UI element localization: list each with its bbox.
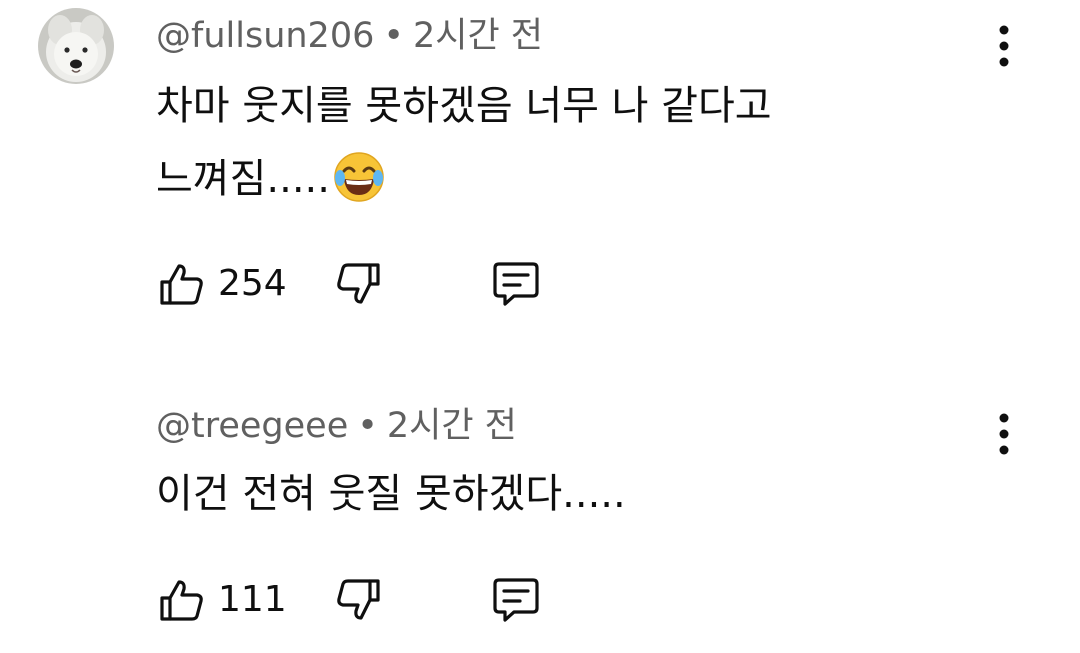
comment-header: @treegeee • 2시간 전 bbox=[156, 404, 517, 448]
thumbs-up-icon bbox=[160, 264, 203, 305]
comment-author[interactable]: @treegeee bbox=[156, 406, 348, 446]
comment-actions: 111 bbox=[156, 574, 576, 626]
like-button[interactable] bbox=[156, 574, 208, 626]
comment-text-line: 차마 웃지를 못하겠음 너무 나 같다고 bbox=[156, 83, 772, 129]
comment-text-continued: 느껴짐..... bbox=[156, 156, 330, 202]
comment-actions: 254 bbox=[156, 258, 576, 310]
header-separator: • bbox=[357, 406, 378, 446]
comment-header: @fullsun206 • 2시간 전 bbox=[156, 14, 543, 58]
like-count: 111 bbox=[218, 579, 287, 620]
reply-button[interactable] bbox=[490, 258, 542, 310]
dog-avatar-icon bbox=[38, 8, 114, 84]
comment-author[interactable]: @fullsun206 bbox=[156, 16, 374, 56]
thumbs-down-icon bbox=[337, 263, 380, 304]
thumbs-down-icon bbox=[337, 579, 380, 620]
face-with-tears-of-joy-icon bbox=[332, 150, 386, 217]
reply-comment-icon bbox=[493, 578, 539, 622]
dislike-button[interactable] bbox=[332, 258, 384, 310]
comment-text-line: 이건 전혀 웃질 못하겠다..... bbox=[156, 471, 626, 517]
header-separator: • bbox=[383, 16, 405, 56]
comment-time: 2시간 전 bbox=[413, 16, 544, 56]
more-vertical-icon bbox=[999, 25, 1009, 67]
more-options-button[interactable] bbox=[984, 20, 1024, 72]
comments-page: @fullsun206 • 2시간 전 차마 웃지를 못하겠음 너무 나 같다고 느… bbox=[0, 0, 1080, 653]
more-options-button[interactable] bbox=[984, 408, 1024, 460]
more-vertical-icon bbox=[999, 413, 1009, 455]
reply-comment-icon bbox=[493, 262, 539, 306]
thumbs-up-icon bbox=[160, 580, 203, 621]
avatar[interactable] bbox=[38, 8, 114, 84]
reply-button[interactable] bbox=[490, 574, 542, 626]
like-count: 254 bbox=[218, 263, 287, 304]
like-button[interactable] bbox=[156, 258, 208, 310]
comment-text-line-2: 느껴짐..... bbox=[156, 150, 386, 217]
comment-time: 2시간 전 bbox=[386, 406, 517, 446]
dislike-button[interactable] bbox=[332, 574, 384, 626]
